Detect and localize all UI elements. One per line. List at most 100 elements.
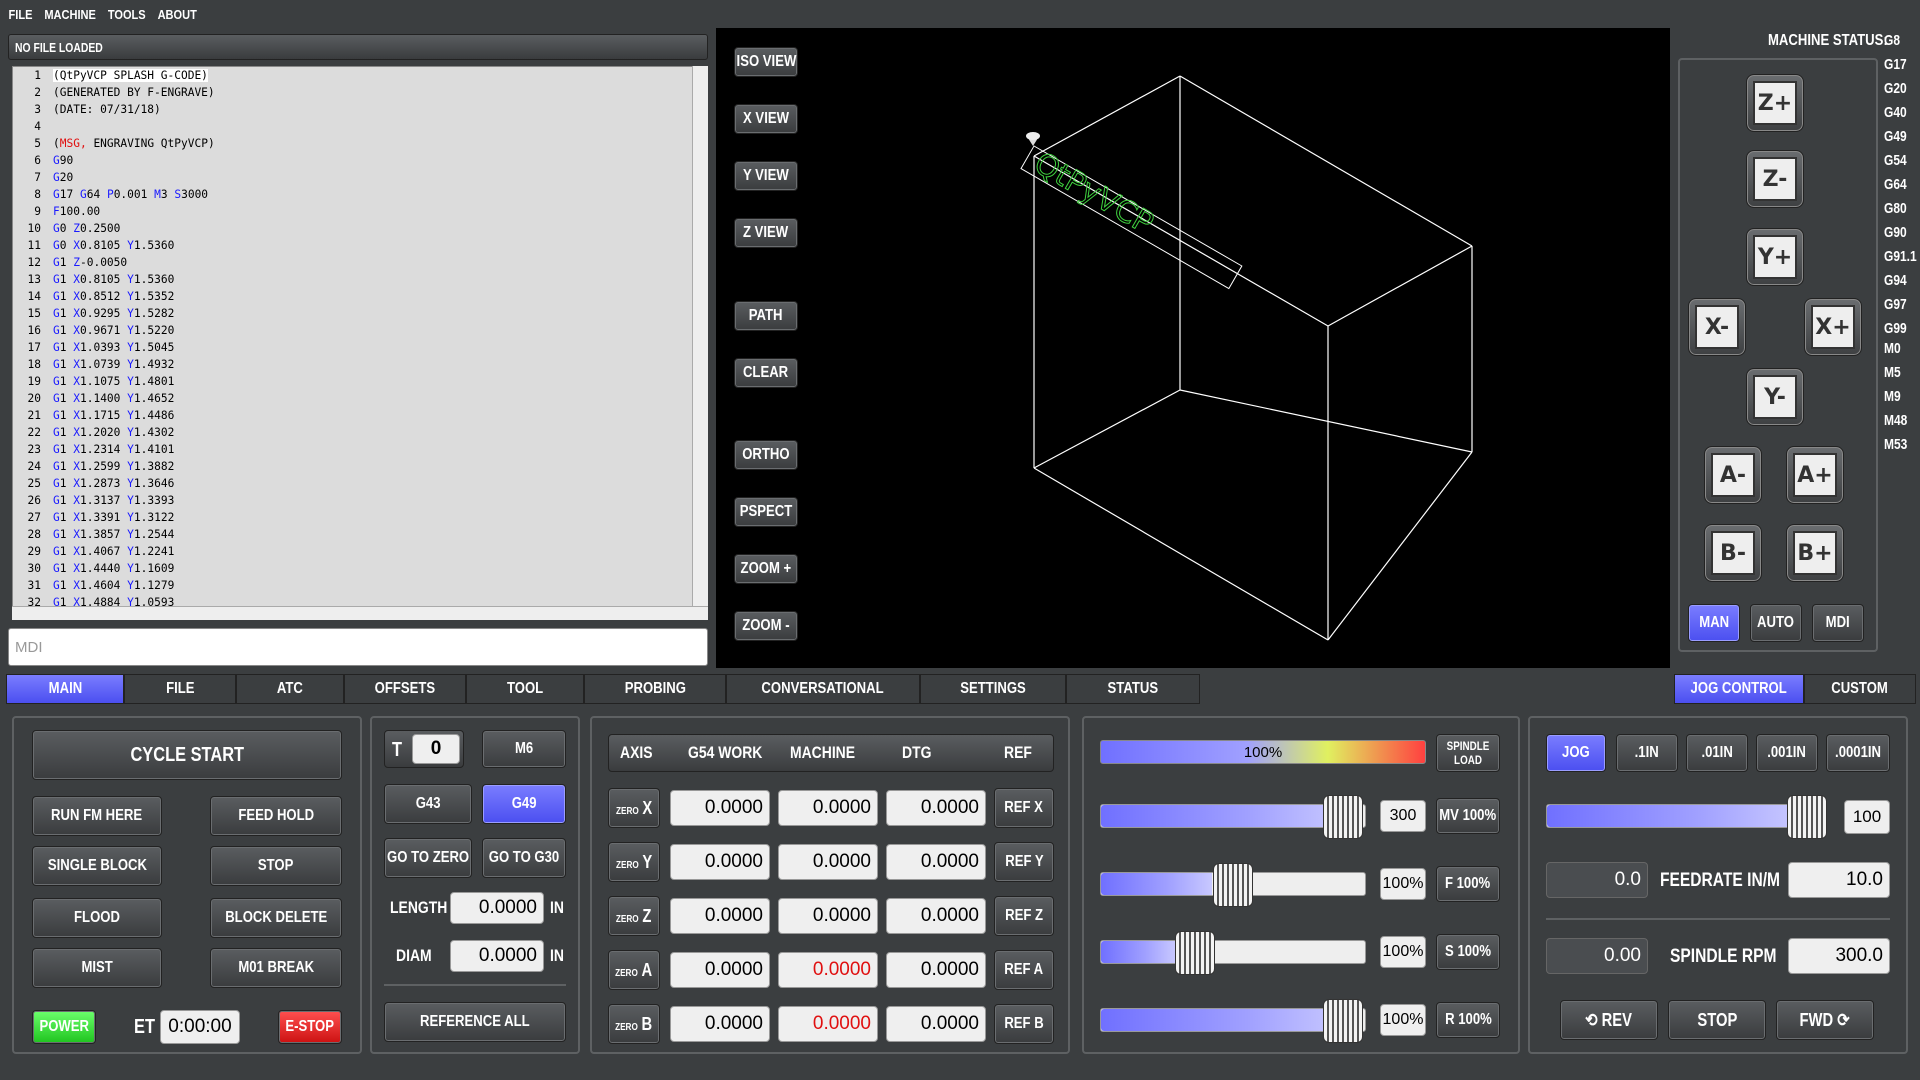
ref-b-button[interactable]: REF B: [994, 1004, 1054, 1044]
spindle-rpm-set[interactable]: 300.0: [1788, 938, 1890, 974]
single-block-button[interactable]: SINGLE BLOCK: [32, 846, 162, 886]
tab-offsets[interactable]: OFFSETS: [344, 674, 466, 704]
y-view-button[interactable]: Y VIEW: [734, 161, 798, 191]
ref-z-button[interactable]: REF Z: [994, 896, 1054, 936]
tab-status[interactable]: STATUS: [1066, 674, 1200, 704]
flood-button[interactable]: FLOOD: [32, 898, 162, 938]
m6-button[interactable]: M6: [482, 730, 566, 768]
max-velocity-reset-button[interactable]: MV 100%: [1436, 798, 1500, 834]
rapid-override-slider-handle[interactable]: [1323, 999, 1363, 1043]
ortho-button[interactable]: ORTHO: [734, 440, 798, 470]
z-view-button[interactable]: Z VIEW: [734, 218, 798, 248]
estop-button[interactable]: E-STOP: [278, 1010, 342, 1044]
spindle-forward-button[interactable]: FWD ⟳: [1776, 1000, 1874, 1040]
line-text: G20: [53, 171, 74, 184]
feed-override-slider[interactable]: [1100, 863, 1366, 907]
jog-increment-0.1-button[interactable]: .1IN: [1616, 734, 1678, 772]
code-line: 13 G1 X0.8105 Y1.5360: [13, 271, 707, 288]
code-line: 20 G1 X1.1400 Y1.4652: [13, 390, 707, 407]
3d-viewport[interactable]: QtPyVCP: [716, 28, 1670, 668]
jog-increment-0.0001-button[interactable]: .0001IN: [1826, 734, 1890, 772]
spindle-stop-button[interactable]: STOP: [1668, 1000, 1766, 1040]
mode-mdi-button[interactable]: MDI: [1812, 604, 1864, 642]
zero-y-button[interactable]: ZERO Y: [608, 842, 660, 882]
zero-z-button[interactable]: ZERO Z: [608, 896, 660, 936]
jog-continuous-button[interactable]: JOG: [1546, 734, 1606, 772]
editor-hscrollbar[interactable]: [12, 606, 708, 620]
jog-a-plus-button[interactable]: A+: [1786, 446, 1844, 504]
jog-b-plus-button[interactable]: B+: [1786, 524, 1844, 582]
g43-button[interactable]: G43: [384, 784, 472, 824]
jog-a-minus-button[interactable]: A-: [1704, 446, 1762, 504]
max-velocity-slider-handle[interactable]: [1323, 795, 1363, 839]
tab-atc[interactable]: ATC: [236, 674, 344, 704]
tab-main[interactable]: MAIN: [6, 674, 124, 704]
path-button[interactable]: PATH: [734, 301, 798, 331]
editor-vscrollbar[interactable]: [692, 66, 708, 608]
go-to-zero-button[interactable]: GO TO ZERO: [384, 838, 472, 878]
block-delete-button[interactable]: BLOCK DELETE: [210, 898, 342, 938]
max-velocity-slider[interactable]: [1100, 795, 1366, 839]
spindle-reverse-button[interactable]: ⟲ REV: [1560, 1000, 1658, 1040]
tool-number-field[interactable]: 0: [412, 734, 460, 764]
tab-conversational[interactable]: CONVERSATIONAL: [726, 674, 920, 704]
go-to-g30-button[interactable]: GO TO G30: [482, 838, 566, 878]
tab-custom[interactable]: CUSTOM: [1804, 674, 1916, 704]
run-from-here-button[interactable]: RUN FM HERE: [32, 796, 162, 836]
menu-machine[interactable]: MACHINE: [44, 7, 96, 22]
ref-y-button[interactable]: REF Y: [994, 842, 1054, 882]
spindle-override-slider-handle[interactable]: [1175, 931, 1215, 975]
tab-probing[interactable]: PROBING: [584, 674, 726, 704]
zero-b-button[interactable]: ZERO B: [608, 1004, 660, 1044]
m01-break-button[interactable]: M01 BREAK: [210, 948, 342, 988]
stop-button[interactable]: STOP: [210, 846, 342, 886]
feed-hold-button[interactable]: FEED HOLD: [210, 796, 342, 836]
cycle-start-button[interactable]: CYCLE START: [32, 730, 342, 780]
perspective-button[interactable]: PSPECT: [734, 497, 798, 527]
zoom-in-button[interactable]: ZOOM +: [734, 554, 798, 584]
zoom-out-button[interactable]: ZOOM -: [734, 611, 798, 641]
jog-speed-slider-handle[interactable]: [1787, 795, 1827, 839]
rapid-override-slider[interactable]: [1100, 999, 1366, 1043]
zero-a-button[interactable]: ZERO A: [608, 950, 660, 990]
gcode-editor[interactable]: 1 (QtPyVCP SPLASH G-CODE) 2 (GENERATED BY F…: [12, 66, 708, 608]
clear-button[interactable]: CLEAR: [734, 358, 798, 388]
ref-a-button[interactable]: REF A: [994, 950, 1054, 990]
tab-settings[interactable]: SETTINGS: [920, 674, 1066, 704]
feed-override-reset-button[interactable]: F 100%: [1436, 866, 1500, 902]
jog-x-plus-button[interactable]: X+: [1804, 298, 1862, 356]
g49-button[interactable]: G49: [482, 784, 566, 824]
jog-z-plus-button[interactable]: Z+: [1746, 74, 1804, 132]
tab-file[interactable]: FILE: [124, 674, 236, 704]
tab-tool[interactable]: TOOL: [466, 674, 584, 704]
menu-file[interactable]: FILE: [9, 7, 33, 22]
mist-button[interactable]: MIST: [32, 948, 162, 988]
jog-y-minus-button[interactable]: Y-: [1746, 368, 1804, 426]
jog-speed-slider[interactable]: [1546, 795, 1827, 839]
jog-x-minus-button[interactable]: X-: [1688, 298, 1746, 356]
menu-tools[interactable]: TOOLS: [108, 7, 146, 22]
zero-x-button[interactable]: ZERO X: [608, 788, 660, 828]
jog-z-minus-button[interactable]: Z-: [1746, 150, 1804, 208]
active-gcode: G64: [1884, 176, 1907, 193]
jog-y-plus-button[interactable]: Y+: [1746, 228, 1804, 286]
mode-manual-button[interactable]: MAN: [1688, 604, 1740, 642]
power-button[interactable]: POWER: [32, 1010, 96, 1044]
line-text: G1 X1.3137 Y1.3393: [53, 494, 175, 507]
mode-auto-button[interactable]: AUTO: [1750, 604, 1802, 642]
x-view-button[interactable]: X VIEW: [734, 104, 798, 134]
menu-about[interactable]: ABOUT: [158, 7, 197, 22]
reference-all-button[interactable]: REFERENCE ALL: [384, 1002, 566, 1042]
feed-override-slider-handle[interactable]: [1213, 863, 1253, 907]
rapid-override-reset-button[interactable]: R 100%: [1436, 1002, 1500, 1038]
ref-x-button[interactable]: REF X: [994, 788, 1054, 828]
tab-jog-control[interactable]: JOG CONTROL: [1674, 674, 1804, 704]
spindle-override-slider[interactable]: [1100, 931, 1366, 975]
spindle-override-reset-button[interactable]: S 100%: [1436, 934, 1500, 970]
mdi-input[interactable]: MDI: [8, 628, 708, 666]
jog-increment-0.001-button[interactable]: .001IN: [1756, 734, 1818, 772]
jog-increment-0.01-button[interactable]: .01IN: [1686, 734, 1748, 772]
feedrate-set[interactable]: 10.0: [1788, 862, 1890, 898]
iso-view-button[interactable]: ISO VIEW: [734, 47, 798, 77]
jog-b-minus-button[interactable]: B-: [1704, 524, 1762, 582]
